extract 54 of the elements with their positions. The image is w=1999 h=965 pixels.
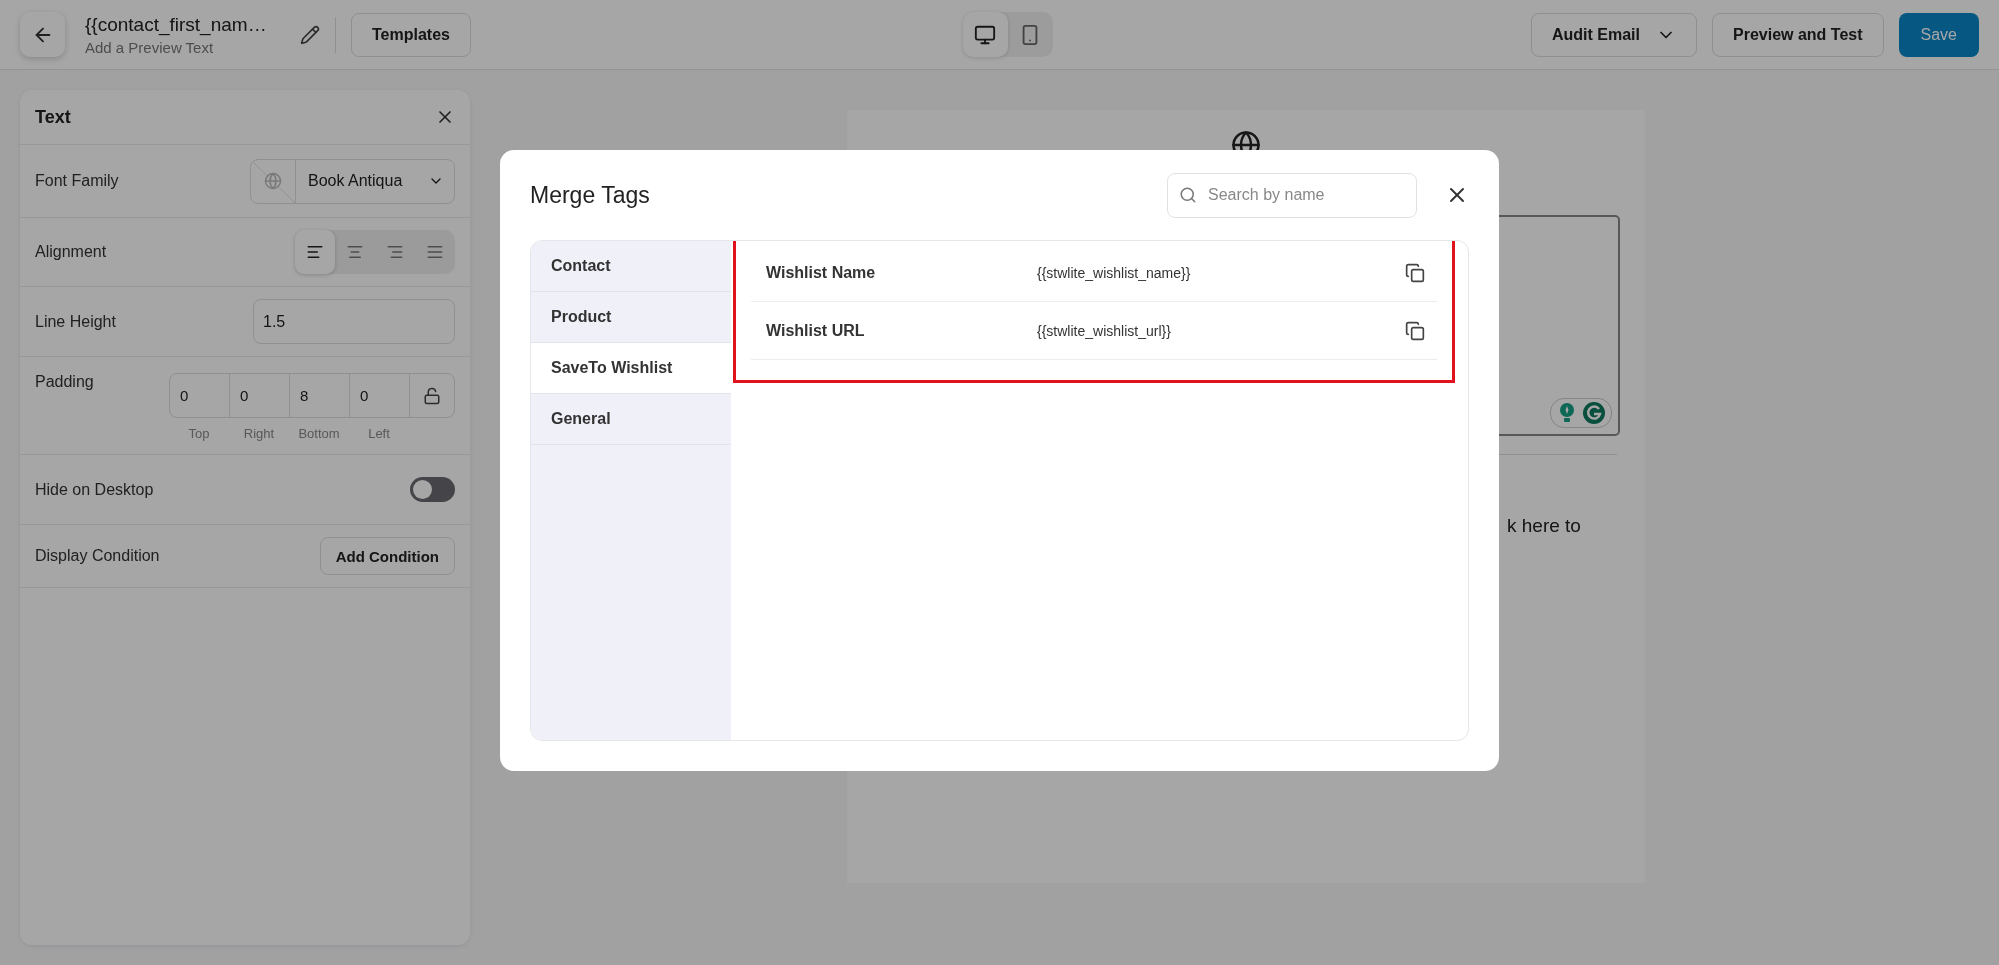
audit-email-dropdown[interactable]: Audit Email <box>1531 12 1697 57</box>
preview-button[interactable]: Preview and Test <box>1712 12 1884 57</box>
align-left-button[interactable] <box>295 230 335 274</box>
category-tab[interactable]: SaveTo Wishlist <box>531 343 731 394</box>
search-icon <box>1179 185 1197 204</box>
padding-caption: Top <box>187 426 211 441</box>
add-condition-button[interactable]: Add Condition <box>319 537 455 575</box>
back-button[interactable] <box>20 12 65 57</box>
padding-field[interactable]: 0 <box>350 374 410 417</box>
field-label: Alignment <box>35 243 107 261</box>
padding-caption: Right <box>242 426 276 441</box>
font-family-select[interactable]: Book Antiqua <box>250 158 455 204</box>
field-label: Hide on Desktop <box>35 480 154 499</box>
padding-field[interactable]: 0 <box>230 374 290 417</box>
copy-icon <box>1405 262 1425 283</box>
field-label: Display Condition <box>35 547 160 565</box>
padding-caption: Bottom <box>297 426 341 441</box>
assistant-badge[interactable] <box>1550 398 1612 428</box>
pencil-icon <box>300 24 320 45</box>
copy-icon <box>1405 320 1425 341</box>
preview-text: Add a Preview Text <box>85 38 215 56</box>
field-label: Font Family <box>35 172 119 190</box>
category-tab[interactable]: Contact <box>531 241 731 292</box>
field-label: Padding <box>35 373 94 391</box>
align-justify-icon <box>426 243 444 261</box>
copy-button[interactable] <box>1405 320 1425 341</box>
monitor-icon <box>974 23 997 46</box>
dialog-title: Merge Tags <box>530 181 650 209</box>
copy-button[interactable] <box>1405 262 1425 283</box>
category-tab[interactable]: General <box>531 394 731 445</box>
bulb-icon <box>1557 402 1577 424</box>
panel-title: Text <box>35 106 71 128</box>
search-field[interactable]: Search by name <box>1167 172 1417 218</box>
tag-code: {{stwlite_wishlist_name}} <box>1037 264 1192 281</box>
edit-icon[interactable] <box>300 24 320 45</box>
g-logo-icon <box>1583 402 1605 424</box>
desktop-view-button[interactable] <box>962 12 1008 57</box>
tag-name: Wishlist URL <box>766 321 866 340</box>
field-label: Line Height <box>35 312 116 331</box>
line-height-field[interactable]: 1.5 <box>253 299 455 344</box>
unlock-glyph-icon <box>423 386 441 405</box>
padding-field[interactable]: 8 <box>290 374 350 417</box>
align-right-icon <box>386 243 404 261</box>
tag-name: Wishlist Name <box>766 263 877 282</box>
align-left-icon <box>306 243 324 261</box>
email-subject: {{contact_first_nam… <box>85 13 268 36</box>
align-center-icon <box>346 243 364 261</box>
body-text: k here to <box>1507 515 1581 537</box>
padding-caption: Left <box>367 426 391 441</box>
toggle-switch[interactable] <box>410 477 455 502</box>
globe-icon <box>264 172 282 190</box>
templates-button[interactable]: Templates <box>351 12 471 57</box>
tag-code: {{stwlite_wishlist_url}} <box>1037 322 1172 339</box>
padding-field[interactable]: 0 <box>170 374 230 417</box>
